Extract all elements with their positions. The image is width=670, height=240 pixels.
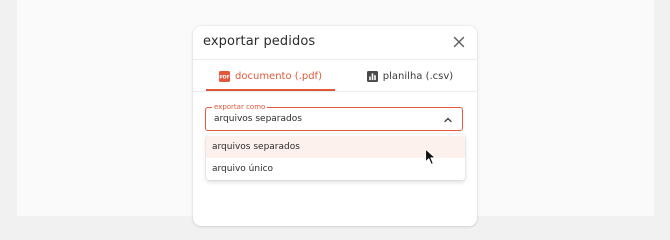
close-icon (453, 36, 465, 48)
export-dialog: exportar pedidos PDF documento (.pdf) pl… (193, 26, 477, 226)
close-button[interactable] (451, 34, 467, 50)
tab-csv-label: planilha (.csv) (382, 71, 454, 82)
mouse-pointer-icon (424, 148, 437, 166)
tab-pdf-label: documento (.pdf) (235, 71, 322, 82)
chevron-up-icon (444, 117, 452, 123)
export-as-select[interactable]: exportar como arquivos separados (205, 102, 463, 131)
format-tabs: PDF documento (.pdf) planilha (.csv) (193, 62, 477, 92)
active-tab-indicator (206, 89, 335, 91)
bar-chart-icon (366, 71, 378, 82)
tab-csv[interactable]: planilha (.csv) (343, 62, 477, 91)
select-label: exportar como (212, 102, 268, 112)
select-value: arquivos separados (214, 114, 302, 124)
pdf-icon: PDF (219, 71, 231, 82)
dialog-title: exportar pedidos (203, 34, 316, 49)
dialog-header: exportar pedidos (193, 26, 477, 60)
tab-pdf[interactable]: PDF documento (.pdf) (206, 62, 335, 91)
svg-text:PDF: PDF (219, 75, 229, 81)
